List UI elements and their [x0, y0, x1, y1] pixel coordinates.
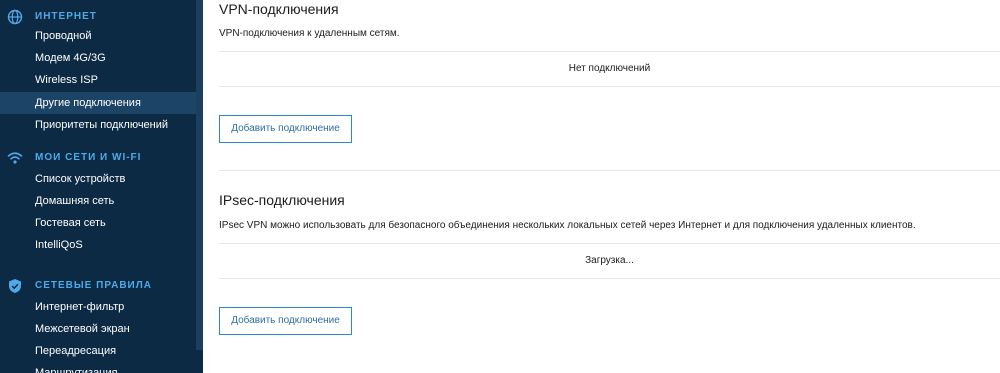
- sidebar-item-home-network[interactable]: Домашняя сеть: [0, 190, 196, 212]
- sidebar-item-intelliqos[interactable]: IntelliQoS: [0, 234, 196, 256]
- vpn-table-bottom-border: [219, 86, 1000, 87]
- ipsec-add-connection-button[interactable]: Добавить подключение: [219, 307, 352, 335]
- sidebar-item-other-connections[interactable]: Другие подключения: [0, 92, 196, 114]
- vpn-section-title: VPN-подключения: [219, 1, 339, 17]
- vpn-table-top-border: [219, 51, 1000, 52]
- sidebar: ИНТЕРНЕТ Проводной Модем 4G/3G Wireless …: [0, 0, 203, 373]
- ipsec-loading-status: Загрузка...: [585, 255, 634, 266]
- sidebar-item-routing[interactable]: Маршрутизация: [0, 362, 196, 373]
- ipsec-section-title: IPsec-подключения: [219, 192, 345, 208]
- shield-icon: [7, 278, 23, 294]
- sidebar-section-title: ИНТЕРНЕТ: [35, 11, 97, 22]
- vpn-section-description: VPN-подключения к удаленным сетям.: [219, 28, 400, 39]
- sidebar-item-guest-network[interactable]: Гостевая сеть: [0, 212, 196, 234]
- sidebar-item-internet-filter[interactable]: Интернет-фильтр: [0, 296, 196, 318]
- sidebar-scrollbar[interactable]: [196, 0, 203, 350]
- sidebar-item-wireless-isp[interactable]: Wireless ISP: [0, 69, 196, 91]
- ipsec-table-bottom-border: [219, 278, 1000, 279]
- globe-icon: [7, 9, 23, 25]
- ipsec-section-description: IPsec VPN можно использовать для безопас…: [219, 220, 916, 231]
- sidebar-item-modem[interactable]: Модем 4G/3G: [0, 47, 196, 69]
- sidebar-item-device-list[interactable]: Список устройств: [0, 168, 196, 190]
- wifi-icon: [7, 150, 23, 166]
- sidebar-section-network-rules: СЕТЕВЫЕ ПРАВИЛА: [0, 277, 196, 297]
- sidebar-item-port-forwarding[interactable]: Переадресация: [0, 340, 196, 362]
- sidebar-section-title: СЕТЕВЫЕ ПРАВИЛА: [35, 280, 152, 291]
- vpn-empty-status: Нет подключений: [568, 63, 651, 74]
- sidebar-section-title: МОИ СЕТИ И WI-FI: [35, 152, 142, 163]
- ipsec-table-top-border: [219, 243, 1000, 244]
- section-divider: [219, 170, 1000, 171]
- sidebar-item-wired[interactable]: Проводной: [0, 25, 196, 47]
- sidebar-item-firewall[interactable]: Межсетевой экран: [0, 318, 196, 340]
- vpn-add-connection-button[interactable]: Добавить подключение: [219, 115, 352, 143]
- main-content: VPN-подключения VPN-подключения к удален…: [203, 0, 1000, 373]
- sidebar-item-connection-priorities[interactable]: Приоритеты подключений: [0, 114, 196, 136]
- sidebar-section-networks: МОИ СЕТИ И WI-FI: [0, 149, 196, 169]
